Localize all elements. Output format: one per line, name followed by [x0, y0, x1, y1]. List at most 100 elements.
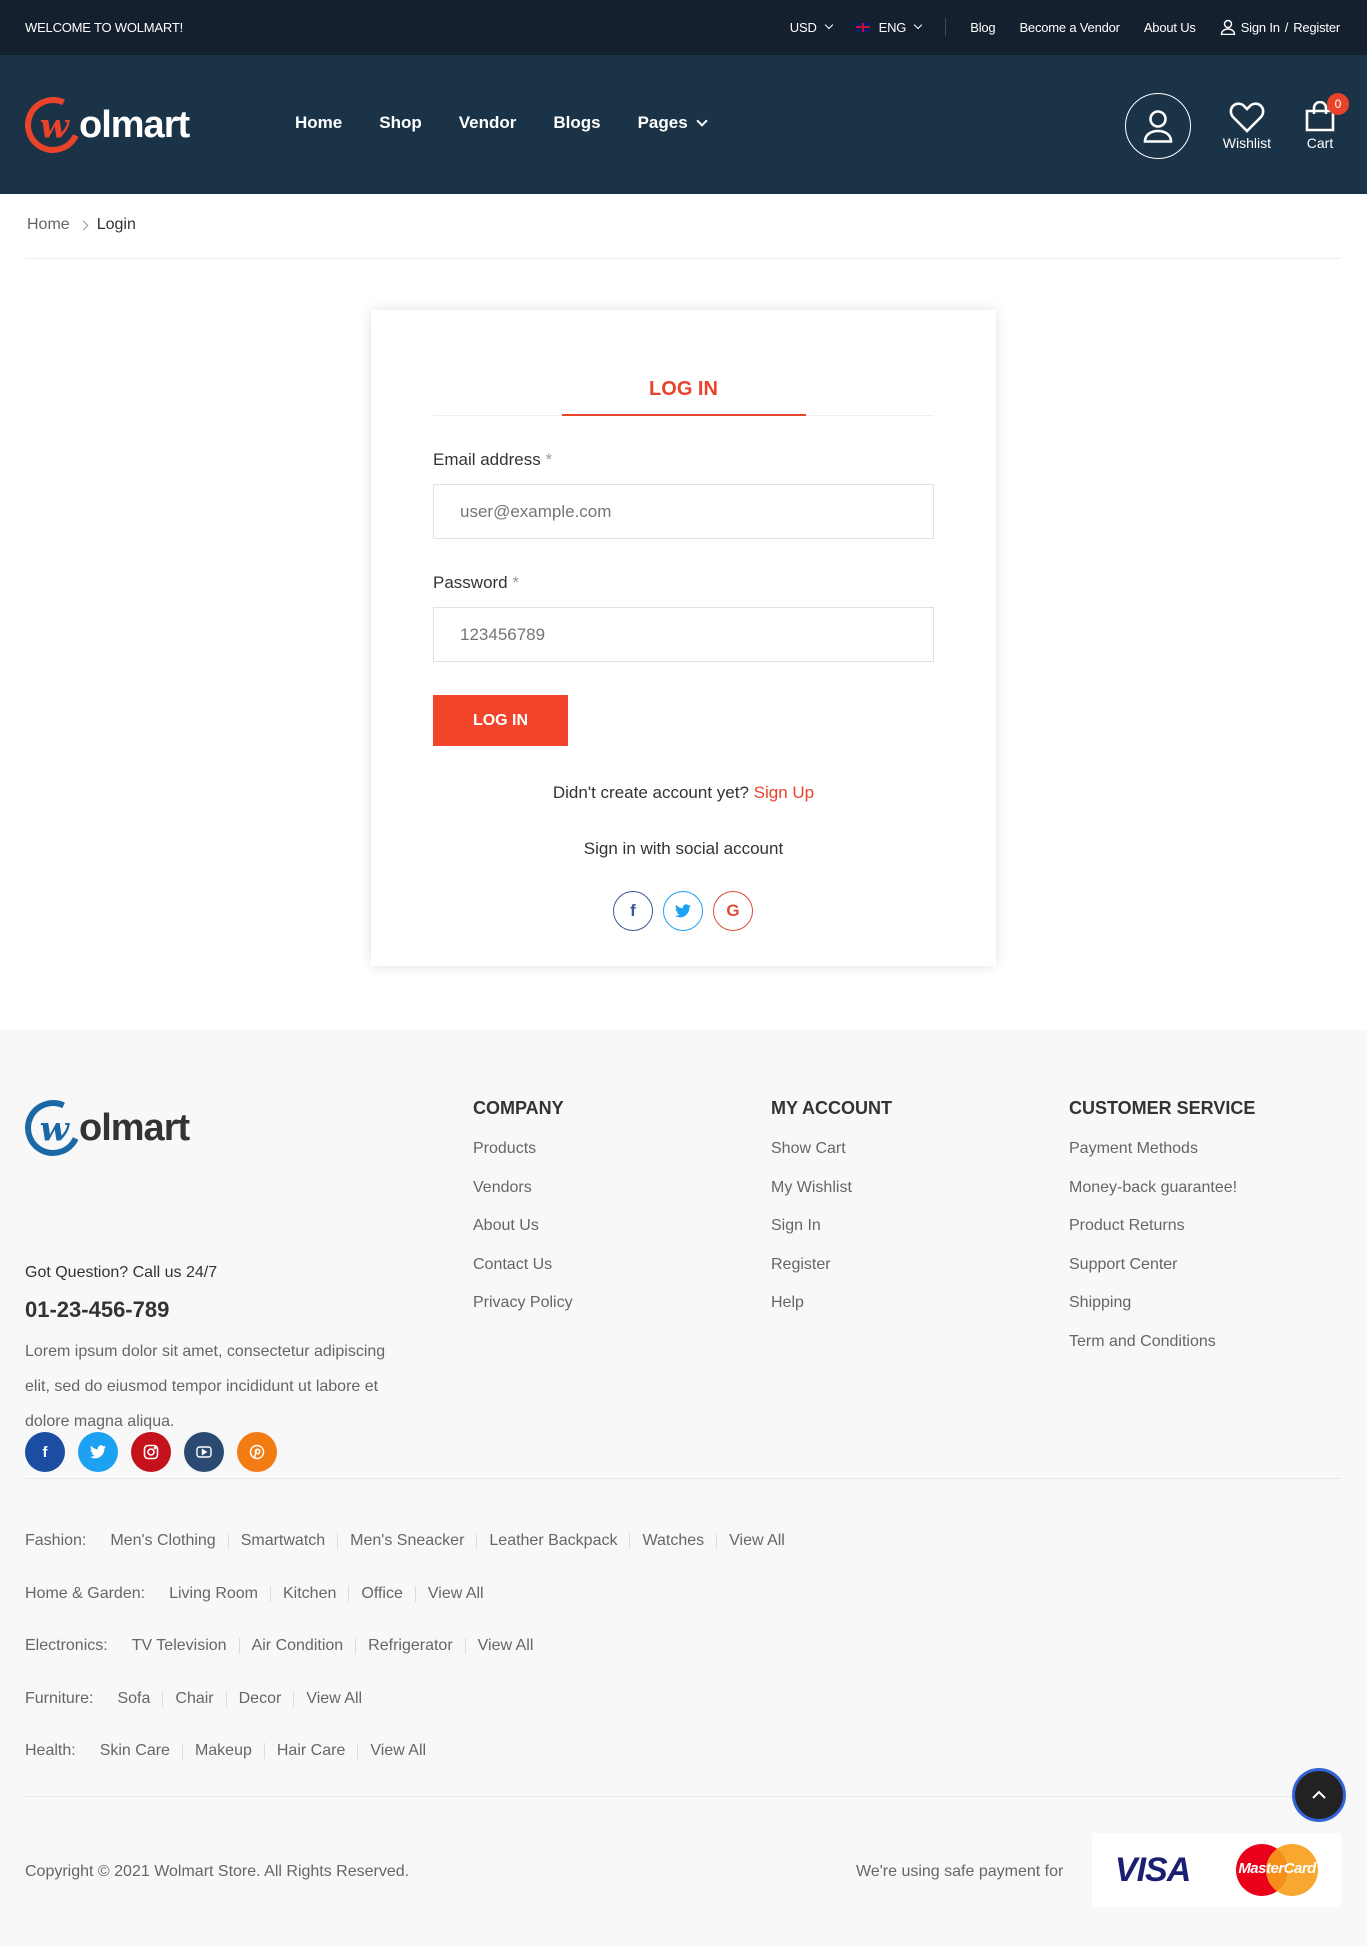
- account-button[interactable]: [1124, 93, 1191, 159]
- breadcrumb: Home Login: [27, 216, 136, 234]
- chevron-down-icon: [824, 20, 833, 30]
- footer-link-about-us[interactable]: About Us: [473, 1217, 539, 1234]
- category-link[interactable]: View All: [716, 1533, 797, 1550]
- footer-link-register[interactable]: Register: [771, 1256, 831, 1273]
- nav-shop[interactable]: Shop: [379, 113, 422, 133]
- category-link[interactable]: Decor: [225, 1690, 294, 1707]
- breadcrumb-home[interactable]: Home: [27, 216, 70, 234]
- twitter-icon[interactable]: [663, 891, 703, 931]
- become-vendor-link[interactable]: Become a Vendor: [1019, 20, 1120, 35]
- footer-link-sign-in[interactable]: Sign In: [771, 1217, 821, 1234]
- divider: [25, 1796, 1341, 1797]
- footer-link-privacy-policy[interactable]: Privacy Policy: [473, 1294, 573, 1311]
- login-button[interactable]: LOG IN: [433, 695, 568, 746]
- youtube-icon[interactable]: [184, 1432, 224, 1472]
- scroll-to-top-button[interactable]: [1292, 1768, 1346, 1822]
- breadcrumb-current: Login: [96, 216, 136, 233]
- payment-methods: VISA MasterCard: [1092, 1833, 1341, 1907]
- category-link[interactable]: View All: [464, 1638, 546, 1655]
- support-phone[interactable]: 01-23-456-789: [25, 1297, 169, 1323]
- instagram-icon[interactable]: [131, 1432, 171, 1472]
- category-link[interactable]: Office: [348, 1585, 415, 1602]
- social-login-buttons: f G: [613, 891, 753, 931]
- nav-vendor[interactable]: Vendor: [459, 113, 517, 133]
- category-link[interactable]: Smartwatch: [227, 1533, 337, 1550]
- tab-login[interactable]: LOG IN: [561, 362, 806, 416]
- category-link[interactable]: Watches: [629, 1533, 716, 1550]
- category-link[interactable]: Men's Clothing: [110, 1533, 227, 1549]
- footer-link-shipping[interactable]: Shipping: [1069, 1294, 1131, 1311]
- category-link[interactable]: Leather Backpack: [476, 1533, 629, 1550]
- welcome-text: WELCOME TO WOLMART!: [25, 20, 183, 35]
- google-icon[interactable]: G: [713, 891, 753, 931]
- footer-social-links: f: [25, 1432, 277, 1472]
- blog-link[interactable]: Blog: [970, 20, 995, 35]
- footer: w olmart Got Question? Call us 24/7 01-2…: [0, 1030, 1367, 1946]
- chevron-right-icon: [78, 220, 89, 230]
- category-link[interactable]: Makeup: [181, 1743, 264, 1760]
- language-selector[interactable]: ENG: [855, 20, 923, 35]
- top-bar-right: USD ENG Blog Become a Vendor About Us Si…: [790, 18, 1340, 36]
- footer-link-my-wishlist[interactable]: My Wishlist: [771, 1179, 852, 1196]
- sign-in-register-link[interactable]: Sign In / Register: [1220, 19, 1340, 35]
- category-link[interactable]: Living Room: [169, 1585, 270, 1602]
- email-field[interactable]: [433, 484, 934, 539]
- password-field[interactable]: [433, 607, 934, 662]
- cart-button[interactable]: 0 Cart: [1303, 93, 1349, 151]
- footer-column-title: MY ACCOUNT: [771, 1098, 892, 1118]
- footer-logo[interactable]: w olmart: [17, 1092, 190, 1164]
- category-link[interactable]: View All: [357, 1743, 438, 1760]
- footer-link-support-center[interactable]: Support Center: [1069, 1256, 1178, 1273]
- footer-link-terms[interactable]: Term and Conditions: [1069, 1333, 1216, 1350]
- footer-company-column: COMPANY Products Vendors About Us Contac…: [473, 1098, 573, 1333]
- chevron-up-icon: [1312, 1790, 1326, 1799]
- footer-description: Lorem ipsum dolor sit amet, consectetur …: [25, 1343, 386, 1430]
- footer-link-payment-methods[interactable]: Payment Methods: [1069, 1140, 1198, 1157]
- facebook-icon[interactable]: f: [613, 891, 653, 931]
- wishlist-button[interactable]: Wishlist: [1223, 101, 1271, 151]
- category-link[interactable]: Men's Sneacker: [337, 1533, 476, 1550]
- logo-wordmark: olmart: [79, 103, 190, 146]
- category-link[interactable]: Sofa: [117, 1690, 162, 1707]
- user-icon: [1220, 19, 1235, 35]
- category-row: Fashion: Men's Clothing Smartwatch Men's…: [25, 1515, 797, 1568]
- sign-in-label: Sign In: [1240, 19, 1280, 35]
- uk-flag-icon: [855, 22, 870, 32]
- footer-link-products[interactable]: Products: [473, 1140, 536, 1157]
- category-title: Furniture:: [25, 1689, 94, 1707]
- nav-pages[interactable]: Pages: [638, 113, 708, 133]
- category-link[interactable]: Skin Care: [100, 1743, 182, 1759]
- currency-selector[interactable]: USD: [790, 20, 833, 35]
- footer-link-product-returns[interactable]: Product Returns: [1069, 1217, 1185, 1234]
- nav-blogs[interactable]: Blogs: [553, 113, 600, 133]
- login-card: LOG IN Email address * Password * LOG IN…: [371, 310, 996, 966]
- footer-link-show-cart[interactable]: Show Cart: [771, 1140, 846, 1157]
- about-us-link[interactable]: About Us: [1144, 20, 1196, 35]
- register-label: Register: [1293, 19, 1340, 35]
- logo-mark-icon: w: [17, 89, 89, 161]
- copyright-text: Copyright © 2021 Wolmart Store. All Righ…: [25, 1863, 410, 1880]
- social-signin-text: Sign in with social account: [583, 839, 784, 858]
- category-link[interactable]: Air Condition: [238, 1638, 356, 1655]
- pinterest-icon[interactable]: [237, 1432, 277, 1472]
- twitter-icon[interactable]: [78, 1432, 118, 1472]
- footer-link-money-back[interactable]: Money-back guarantee!: [1069, 1179, 1237, 1196]
- category-link[interactable]: Kitchen: [270, 1585, 348, 1602]
- category-link[interactable]: View All: [293, 1690, 374, 1707]
- category-link[interactable]: TV Television: [132, 1638, 239, 1654]
- sign-up-link[interactable]: Sign Up: [754, 783, 814, 802]
- nav-home[interactable]: Home: [295, 113, 342, 133]
- category-link[interactable]: Refrigerator: [355, 1638, 464, 1655]
- login-tab-bar: LOG IN: [433, 362, 934, 416]
- category-link[interactable]: Chair: [162, 1690, 225, 1707]
- footer-link-help[interactable]: Help: [771, 1294, 804, 1311]
- top-bar: WELCOME TO WOLMART! USD ENG Blog Become …: [0, 0, 1367, 55]
- footer-link-contact-us[interactable]: Contact Us: [473, 1256, 552, 1273]
- email-label: Email address *: [433, 450, 552, 470]
- wolmart-logo[interactable]: w olmart: [17, 89, 190, 161]
- facebook-icon[interactable]: f: [25, 1432, 65, 1472]
- category-link[interactable]: Hair Care: [263, 1743, 357, 1760]
- divider: [945, 18, 947, 36]
- category-link[interactable]: View All: [414, 1585, 496, 1602]
- footer-link-vendors[interactable]: Vendors: [473, 1179, 532, 1196]
